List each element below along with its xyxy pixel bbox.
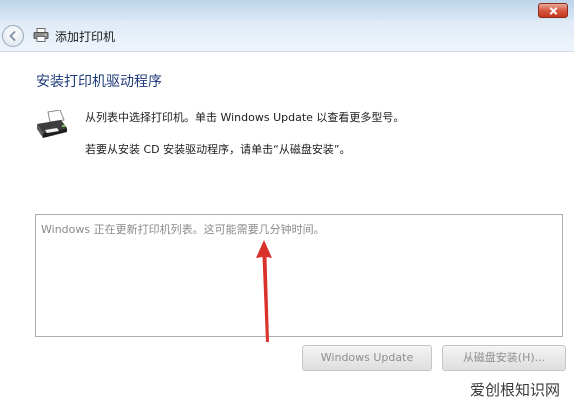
- dialog-header: 添加打印机: [0, 20, 574, 52]
- red-arrow-annotation-icon: [256, 240, 272, 342]
- list-status-text: Windows 正在更新打印机列表。这可能需要几分钟时间。: [41, 223, 325, 236]
- back-button[interactable]: [2, 25, 24, 47]
- window-frame: [0, 0, 574, 20]
- window-title: 添加打印机: [55, 30, 116, 44]
- have-disk-button[interactable]: 从磁盘安装(H)...: [442, 345, 566, 371]
- page-title: 安装打印机驱动程序: [36, 74, 162, 90]
- close-button[interactable]: [538, 3, 568, 18]
- printer-list[interactable]: Windows 正在更新打印机列表。这可能需要几分钟时间。: [35, 214, 563, 337]
- windows-update-button[interactable]: Windows Update: [302, 345, 432, 371]
- printer-icon: [37, 110, 67, 138]
- printer-icon: [33, 28, 49, 42]
- back-arrow-icon: [9, 31, 16, 41]
- instruction-text-select: 从列表中选择打印机。单击 Windows Update 以查看更多型号。: [85, 111, 405, 124]
- watermark-text: 爱创根知识网: [470, 381, 561, 399]
- instruction-text-disk: 若要从安装 CD 安装驱动程序，请单击“从磁盘安装”。: [85, 143, 351, 156]
